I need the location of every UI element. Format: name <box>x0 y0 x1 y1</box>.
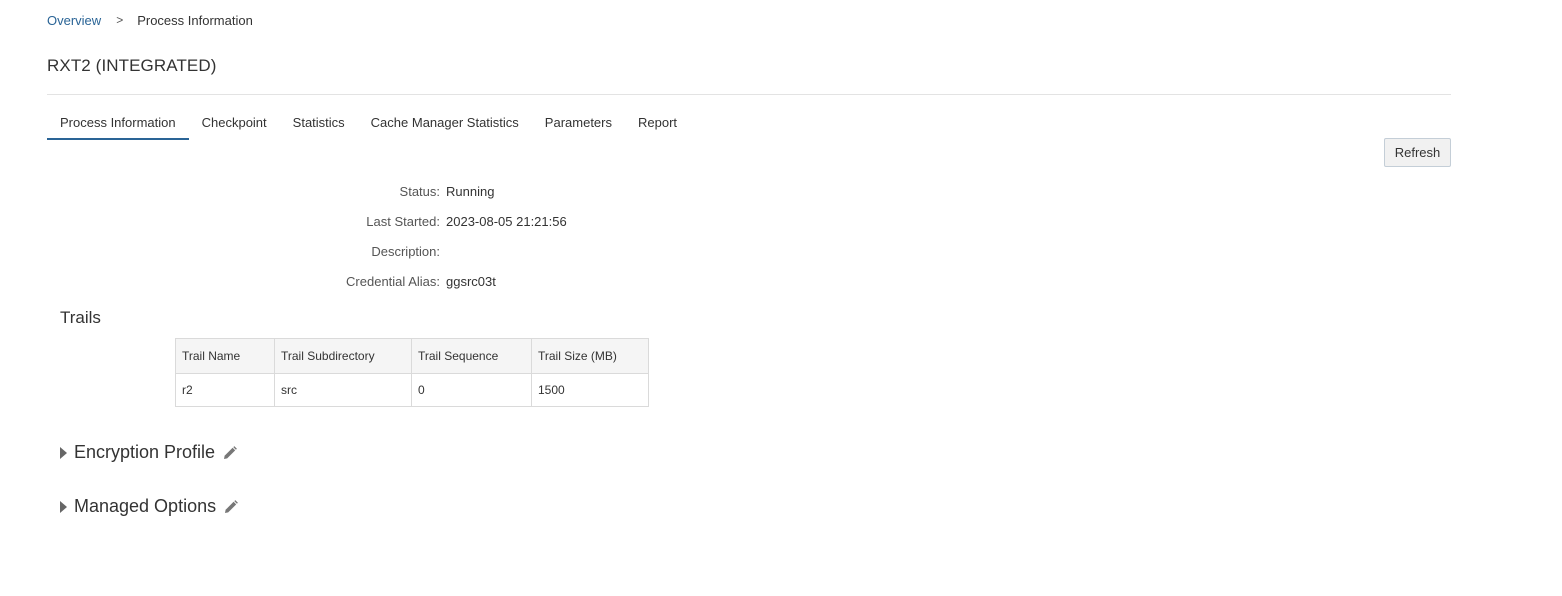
tab-bar: Process Information Checkpoint Statistic… <box>47 111 690 140</box>
description-label: Description: <box>371 244 440 259</box>
trail-subdirectory-cell: src <box>274 373 412 407</box>
credential-alias-label: Credential Alias: <box>346 274 440 289</box>
trail-size-cell: 1500 <box>531 373 649 407</box>
column-header-trail-size[interactable]: Trail Size (MB) <box>531 338 649 374</box>
table-header-row: Trail Name Trail Subdirectory Trail Sequ… <box>175 338 649 374</box>
last-started-label: Last Started: <box>366 214 440 229</box>
status-value: Running <box>446 184 495 199</box>
status-label: Status: <box>399 184 440 199</box>
encryption-profile-section[interactable]: Encryption Profile <box>60 442 238 463</box>
last-started-value: 2023-08-05 21:21:56 <box>446 214 567 229</box>
tab-report[interactable]: Report <box>625 111 690 138</box>
trails-table: Trail Name Trail Subdirectory Trail Sequ… <box>175 338 649 407</box>
trail-sequence-cell: 0 <box>411 373 532 407</box>
managed-options-section[interactable]: Managed Options <box>60 496 239 517</box>
refresh-button[interactable]: Refresh <box>1384 138 1451 167</box>
tab-process-information[interactable]: Process Information <box>47 111 189 140</box>
table-row[interactable]: r2 src 0 1500 <box>175 373 649 407</box>
managed-options-label[interactable]: Managed Options <box>74 496 216 517</box>
trails-heading: Trails <box>60 308 101 327</box>
breadcrumb-current: Process Information <box>137 12 253 28</box>
title-divider <box>47 94 1451 95</box>
breadcrumb-overview-link[interactable]: Overview <box>47 13 101 28</box>
caret-right-icon[interactable] <box>60 500 67 513</box>
process-information-page: Overview > Process Information RXT2 (INT… <box>0 0 1562 596</box>
breadcrumb-separator: > <box>116 13 124 27</box>
column-header-trail-subdirectory[interactable]: Trail Subdirectory <box>274 338 412 374</box>
column-header-trail-sequence[interactable]: Trail Sequence <box>411 338 532 374</box>
edit-pencil-icon[interactable] <box>222 445 238 461</box>
tab-parameters[interactable]: Parameters <box>532 111 625 138</box>
tab-cache-manager-statistics[interactable]: Cache Manager Statistics <box>358 111 532 138</box>
page-title: RXT2 (INTEGRATED) <box>47 56 217 75</box>
breadcrumb: Overview > Process Information <box>47 11 253 29</box>
edit-pencil-icon[interactable] <box>223 499 239 515</box>
credential-alias-value: ggsrc03t <box>446 274 496 289</box>
tab-statistics[interactable]: Statistics <box>280 111 358 138</box>
encryption-profile-label[interactable]: Encryption Profile <box>74 442 215 463</box>
caret-right-icon[interactable] <box>60 446 67 459</box>
trail-name-cell: r2 <box>175 373 275 407</box>
column-header-trail-name[interactable]: Trail Name <box>175 338 275 374</box>
tab-checkpoint[interactable]: Checkpoint <box>189 111 280 138</box>
